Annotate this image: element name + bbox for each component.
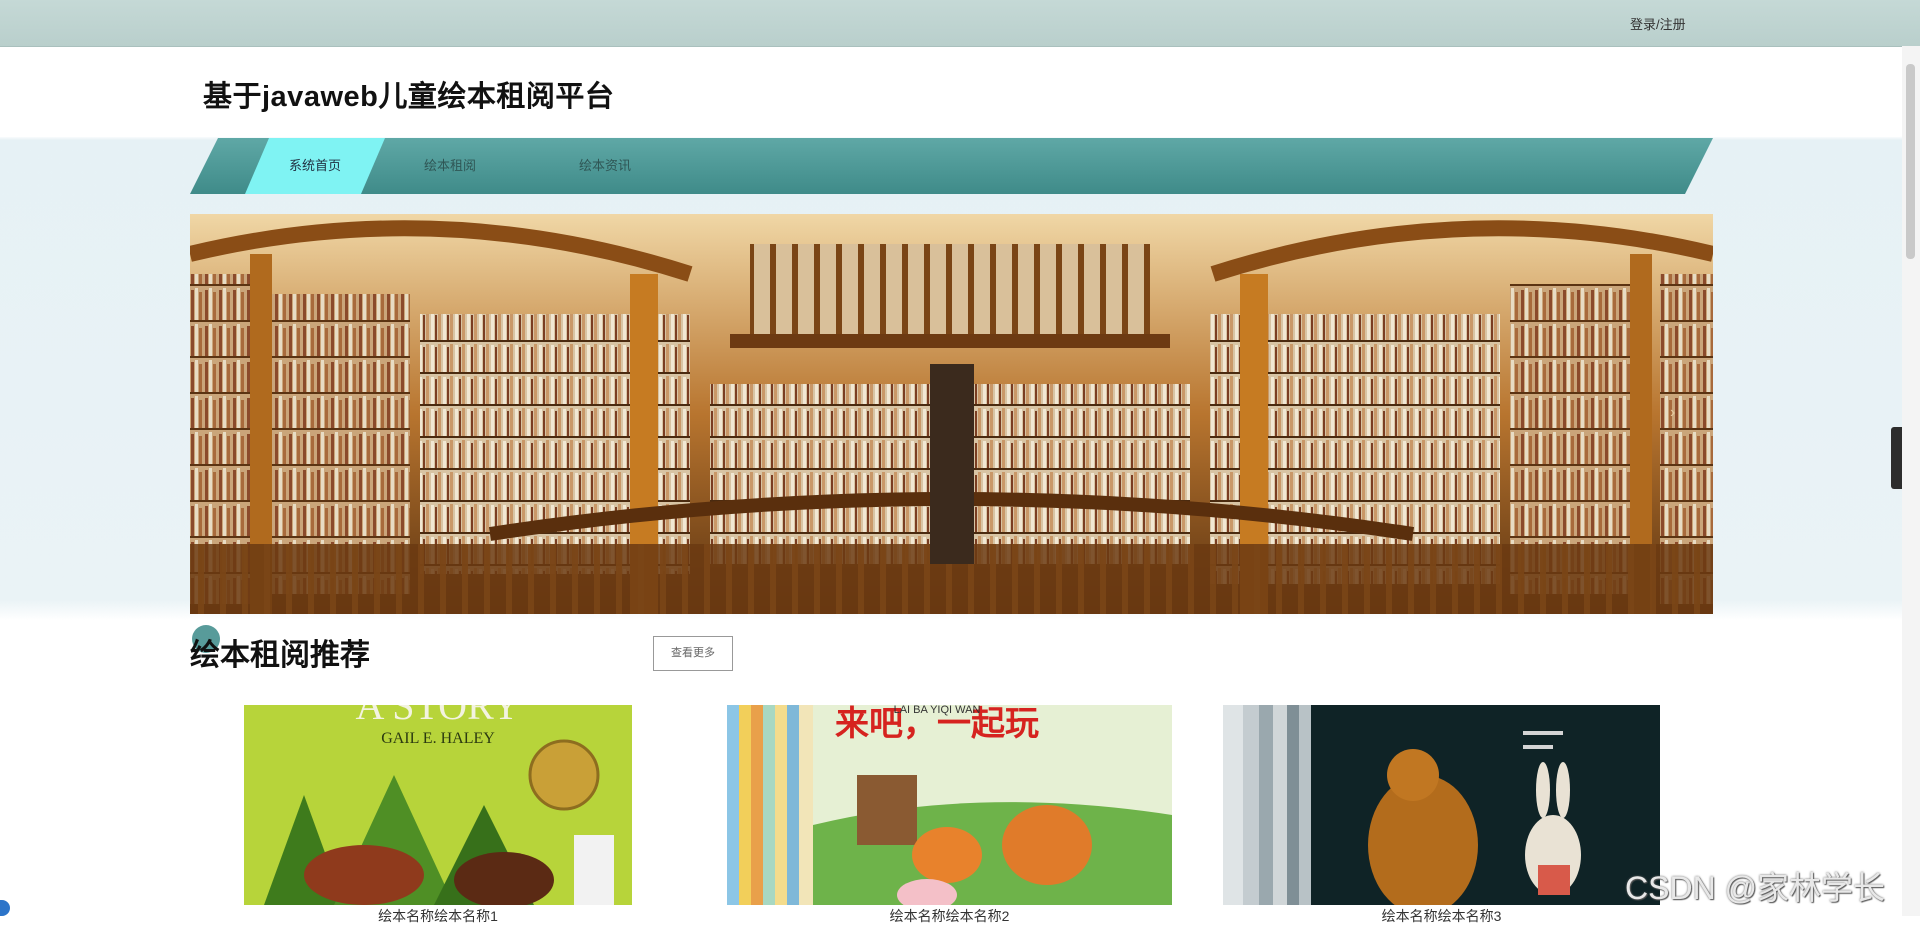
book-card-1[interactable]: A STORY GAIL E. HALEY <box>244 705 632 905</box>
nav-item-home[interactable]: 系统首页 <box>245 138 385 194</box>
csdn-watermark: CSDN @家林学长 <box>1625 870 1886 906</box>
book-cover-2: 来吧，一起玩 LAI BA YIQI WAN <box>727 705 1172 905</box>
book-card-2[interactable]: 来吧，一起玩 LAI BA YIQI WAN <box>727 705 1172 905</box>
book-name-3[interactable]: 绘本名称绘本名称3 <box>1223 906 1660 926</box>
book-name-2[interactable]: 绘本名称绘本名称2 <box>727 906 1172 926</box>
nav-item-news[interactable]: 绘本资讯 <box>535 138 675 194</box>
login-register-link[interactable]: 登录/注册 <box>1630 14 1686 33</box>
site-title: 基于javaweb儿童绘本租阅平台 <box>203 81 615 113</box>
nav-item-rental[interactable]: 绘本租阅 <box>380 138 520 194</box>
page-scrollbar[interactable] <box>1902 46 1920 916</box>
book-cover-1-title: A STORY <box>356 705 521 728</box>
banner-carousel[interactable]: › <box>190 214 1713 614</box>
corner-widget[interactable] <box>0 900 10 916</box>
book-cover-3 <box>1223 705 1660 905</box>
site-header: 基于javaweb儿童绘本租阅平台 <box>0 47 1900 137</box>
book-cover-1: A STORY GAIL E. HALEY <box>244 705 632 905</box>
book-card-3[interactable] <box>1223 705 1660 905</box>
book-cover-2-subtitle: LAI BA YIQI WAN <box>894 705 981 716</box>
book-name-1[interactable]: 绘本名称绘本名称1 <box>244 906 632 926</box>
scroll-thumb[interactable] <box>1906 64 1915 259</box>
book-cover-1-author: GAIL E. HALEY <box>381 730 495 747</box>
library-banner-image <box>190 214 1713 614</box>
recommend-section-title: 绘本租阅推荐 <box>190 639 370 672</box>
top-bar: 登录/注册 <box>0 0 1920 47</box>
main-nav: 系统首页 绘本租阅 绘本资讯 <box>190 138 1713 194</box>
view-more-button[interactable]: 查看更多 <box>653 636 733 671</box>
chevron-right-icon[interactable]: › <box>1670 404 1675 422</box>
